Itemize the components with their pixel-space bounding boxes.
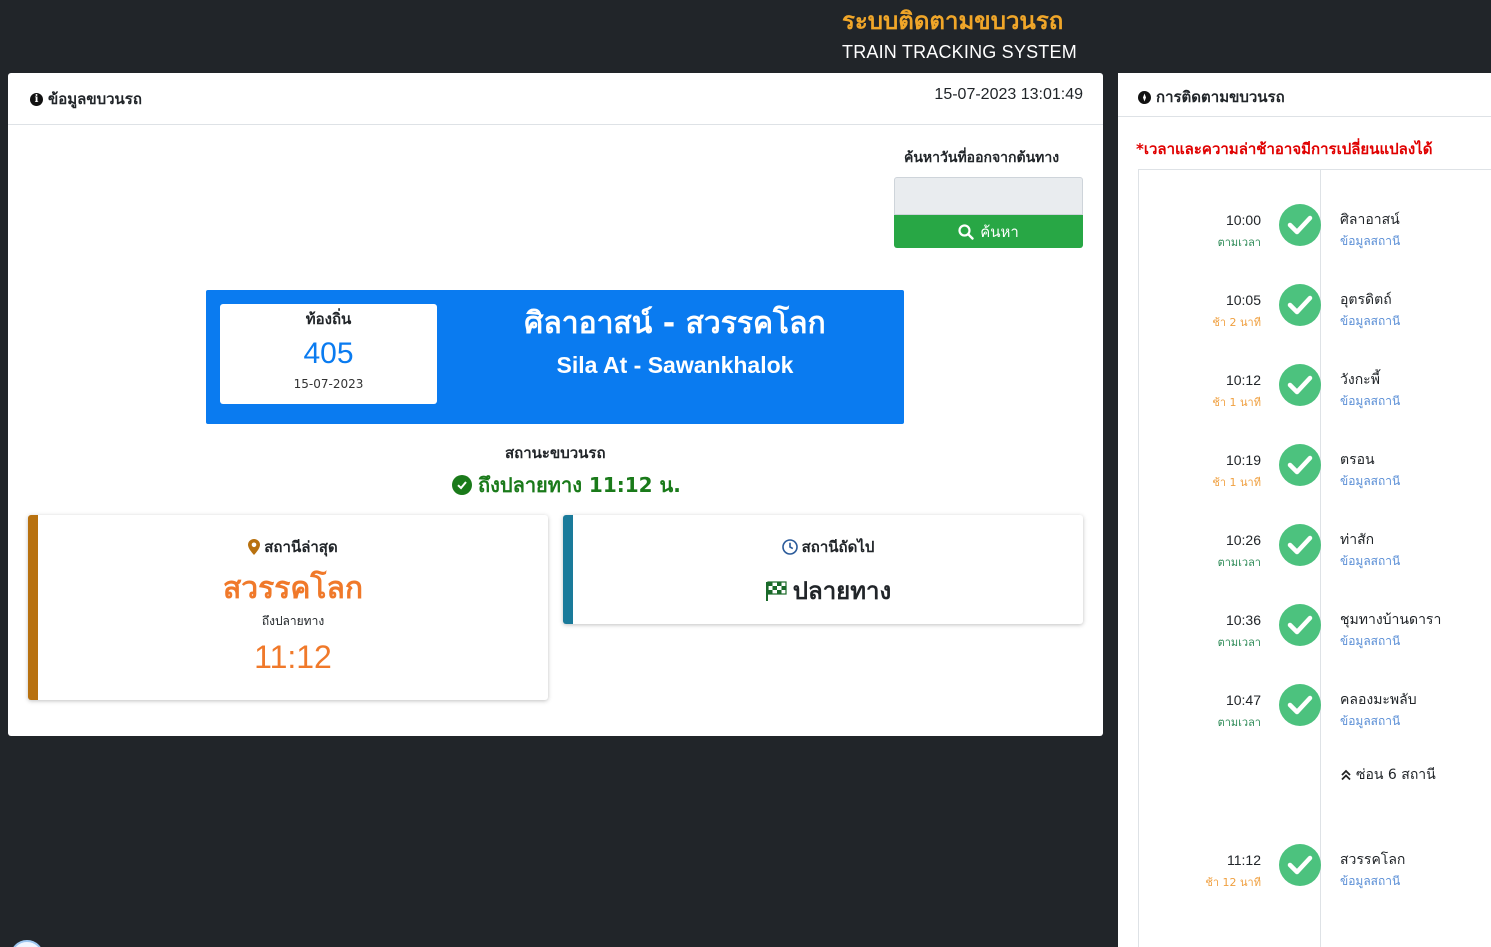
timeline: 10:00 ตามเวลา ศิลาอาสน์ ข้อมูลสถานี 10:0…: [1138, 169, 1491, 947]
check-icon: [1279, 524, 1321, 566]
train-number-box: ท้องถิ่น 405 15-07-2023: [220, 304, 437, 404]
station-name: อุตรดิตถ์: [1340, 292, 1392, 308]
check-icon: [1279, 284, 1321, 326]
station-info-link[interactable]: ข้อมูลสถานี: [1340, 392, 1400, 411]
timeline-row: 10:00 ตามเวลา ศิลาอาสน์ ข้อมูลสถานี: [1139, 202, 1491, 252]
next-station-label: สถานีถัดไป: [801, 538, 875, 556]
timeline-row: 10:05 ช้า 2 นาที อุตรดิตถ์ ข้อมูลสถานี: [1139, 282, 1491, 332]
station-info-link[interactable]: ข้อมูลสถานี: [1340, 312, 1400, 331]
last-station-name: สวรรคโลก: [222, 571, 364, 606]
route-thai: ศิลาอาสน์ - สวรรคโลก: [524, 306, 826, 341]
station-delay-status: ช้า 1 นาที: [1212, 476, 1261, 489]
station-name: สวรรคโลก: [1340, 852, 1406, 868]
next-station-name: ปลายทาง: [792, 577, 892, 605]
train-info-header: i ข้อมูลขบวนรถ 15-07-2023 13:01:49: [8, 73, 1103, 125]
station-name: ศิลาอาสน์: [1340, 212, 1400, 228]
station-info-link[interactable]: ข้อมูลสถานี: [1340, 632, 1400, 651]
current-datetime: 15-07-2023 13:01:49: [934, 86, 1083, 103]
train-info-title: i ข้อมูลขบวนรถ: [30, 87, 142, 111]
last-station-time: 11:12: [254, 639, 332, 675]
timeline-row: 10:26 ตามเวลา ท่าสัก ข้อมูลสถานี: [1139, 522, 1491, 572]
next-station-header: สถานีถัดไป: [573, 535, 1083, 559]
station-time: 10:47: [1225, 692, 1261, 708]
station-time: 11:12: [1227, 852, 1261, 868]
station-name: วังกะพี้: [1340, 372, 1380, 388]
station-time: 10:19: [1225, 452, 1261, 468]
chat-bubble-button[interactable]: [10, 940, 44, 947]
station-name: ชุมทางบ้านดารา: [1340, 612, 1442, 628]
header-title: ระบบติดตามขบวนรถ: [842, 7, 1064, 35]
tracking-panel: การติดตามขบวนรถ *เวลาและความล่าช้าอาจมีก…: [1118, 73, 1491, 947]
station-info-link[interactable]: ข้อมูลสถานี: [1340, 472, 1400, 491]
hide-stations-toggle[interactable]: ซ่อน 6 สถานี: [1340, 764, 1436, 786]
search-icon: [958, 223, 974, 240]
next-station-card: สถานีถัดไป ปลายทาง: [563, 515, 1083, 624]
train-date: 15-07-2023: [293, 377, 364, 391]
check-icon: [1279, 444, 1321, 486]
station-name: คลองมะพลับ: [1340, 692, 1417, 708]
train-info-panel: i ข้อมูลขบวนรถ 15-07-2023 13:01:49 ค้นหา…: [8, 73, 1103, 736]
station-delay-status: ตามเวลา: [1217, 636, 1261, 649]
status-value-row: ถึงปลายทาง 11:12 น.: [452, 469, 681, 501]
station-delay-status: ช้า 1 นาที: [1212, 396, 1261, 409]
station-info-link[interactable]: ข้อมูลสถานี: [1340, 552, 1400, 571]
timeline-row: 11:12 ช้า 12 นาที สวรรคโลก ข้อมูลสถานี: [1139, 842, 1491, 892]
tracking-title: การติดตามขบวนรถ: [1138, 85, 1285, 109]
clock-icon: [781, 539, 798, 555]
tracking-header: การติดตามขบวนรถ: [1118, 73, 1491, 117]
check-icon: [1279, 204, 1321, 246]
last-station-card: สถานีล่าสุด สวรรคโลก ถึงปลายทาง 11:12: [28, 515, 548, 700]
search-date-label: ค้นหาวันที่ออกจากต้นทาง: [904, 150, 1060, 166]
search-date-input[interactable]: [894, 177, 1083, 215]
status-label: สถานะขบวนรถ: [505, 444, 606, 462]
station-delay-status: ช้า 12 นาที: [1205, 876, 1261, 889]
station-delay-status: ช้า 2 นาที: [1212, 316, 1261, 329]
station-time: 10:26: [1225, 532, 1261, 548]
station-delay-status: ตามเวลา: [1217, 716, 1261, 729]
timeline-row: 10:12 ช้า 1 นาที วังกะพี้ ข้อมูลสถานี: [1139, 362, 1491, 412]
checkered-flag-icon: [765, 580, 787, 601]
compass-icon: [1138, 90, 1151, 104]
status-value: ถึงปลายทาง 11:12 น.: [478, 473, 681, 497]
check-icon: [1279, 684, 1321, 726]
check-icon: [1279, 604, 1321, 646]
station-name: ท่าสัก: [1340, 532, 1375, 548]
train-card: ท้องถิ่น 405 15-07-2023 ศิลาอาสน์ - สวรร…: [206, 290, 904, 424]
last-station-label: สถานีล่าสุด: [264, 538, 338, 556]
last-station-header: สถานีล่าสุด: [38, 535, 548, 559]
station-delay-status: ตามเวลา: [1217, 236, 1261, 249]
station-time: 10:12: [1225, 372, 1261, 388]
header-subtitle: TRAIN TRACKING SYSTEM: [842, 42, 1077, 62]
station-delay-status: ตามเวลา: [1217, 556, 1261, 569]
station-time: 10:05: [1225, 292, 1261, 308]
station-time: 10:36: [1225, 612, 1261, 628]
station-info-link[interactable]: ข้อมูลสถานี: [1340, 872, 1400, 891]
train-type: ท้องถิ่น: [305, 310, 352, 328]
map-marker-icon: [248, 539, 261, 555]
search-button-label: ค้นหา: [980, 222, 1019, 241]
last-station-sub: ถึงปลายทาง: [261, 614, 325, 628]
search-button[interactable]: ค้นหา: [894, 215, 1083, 248]
delay-warning: *เวลาและความล่าช้าอาจมีการเปลี่ยนแปลงได้: [1136, 140, 1433, 158]
check-icon: [1279, 844, 1321, 886]
info-icon: i: [30, 92, 43, 106]
route-english: Sila At - Sawankhalok: [556, 352, 794, 378]
check-circle-icon: [452, 475, 472, 495]
check-icon: [1279, 364, 1321, 406]
timeline-row: 10:19 ช้า 1 นาที ตรอน ข้อมูลสถานี: [1139, 442, 1491, 492]
station-name: ตรอน: [1340, 452, 1375, 468]
train-number: 405: [303, 337, 354, 370]
timeline-row: 10:36 ตามเวลา ชุมทางบ้านดารา ข้อมูลสถานี: [1139, 602, 1491, 652]
chevron-up-double-icon: [1341, 769, 1351, 781]
tracking-title-text: การติดตามขบวนรถ: [1156, 88, 1285, 106]
station-time: 10:00: [1225, 212, 1261, 228]
next-station-row: ปลายทาง: [573, 571, 1083, 610]
hide-stations-label: ซ่อน 6 สถานี: [1356, 767, 1436, 783]
station-info-link[interactable]: ข้อมูลสถานี: [1340, 712, 1400, 731]
timeline-row: 10:47 ตามเวลา คลองมะพลับ ข้อมูลสถานี: [1139, 682, 1491, 732]
station-info-link[interactable]: ข้อมูลสถานี: [1340, 232, 1400, 251]
train-info-title-text: ข้อมูลขบวนรถ: [48, 90, 142, 108]
